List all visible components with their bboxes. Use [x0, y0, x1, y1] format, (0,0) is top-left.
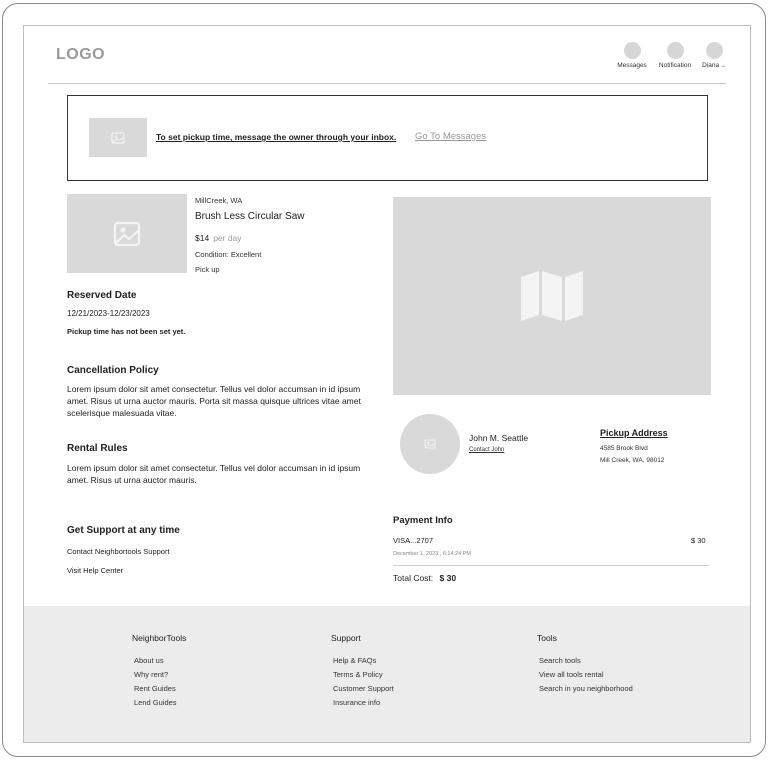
footer-heading: Support: [331, 633, 361, 643]
footer-heading: NeighborTools: [132, 633, 187, 643]
footer-link-view-all-tools[interactable]: View all tools rental: [539, 668, 633, 682]
header-divider: [48, 83, 726, 84]
payment-date: December 1, 2023 , 6:14:24 PM: [393, 551, 471, 557]
footer-heading: Tools: [537, 633, 557, 643]
image-icon: [111, 131, 125, 144]
total-cost-value: $ 30: [439, 573, 457, 583]
footer-link-why-rent[interactable]: Why rent?: [134, 668, 186, 682]
image-icon: [113, 221, 141, 246]
pickup-time-note: Pickup time has not been set yet.: [67, 327, 186, 336]
pickup-banner: To set pickup time, message the owner th…: [67, 95, 708, 181]
rental-rules-title: Rental Rules: [67, 443, 128, 454]
chevron-down-icon: ⌄: [720, 63, 726, 69]
footer-link-search-neighborhood[interactable]: Search in you neighborhood: [539, 682, 633, 696]
footer-column-support: Support Help & FAQs Terms & Policy Custo…: [331, 633, 394, 710]
footer-link-lend-guides[interactable]: Lend Guides: [134, 696, 186, 710]
tool-name: Brush Less Circular Saw: [195, 211, 305, 222]
contact-owner-link[interactable]: Contact John: [469, 447, 504, 453]
footer-link-rent-guides[interactable]: Rent Guides: [134, 682, 186, 696]
price-value: $14: [195, 233, 210, 243]
tool-condition: Condition: Excellent: [195, 250, 262, 259]
payment-card: VISA...2707: [393, 536, 434, 545]
tool-location: MillCreek, WA: [195, 196, 243, 205]
footer-column-neighbortools: NeighborTools About us Why rent? Rent Gu…: [132, 633, 186, 710]
price-unit: per day: [213, 233, 242, 243]
pickup-address-line2: Mill Creek, WA, 98012: [600, 457, 665, 464]
total-cost-label: Total Cost:: [393, 573, 434, 583]
cancellation-policy-text: Lorem ipsum dolor sit amet consectetur. …: [67, 384, 361, 418]
owner-avatar: [400, 414, 460, 474]
notification-icon: [666, 42, 684, 59]
payment-amount: $ 30: [691, 536, 706, 545]
help-center-link[interactable]: Visit Help Center: [67, 566, 123, 575]
footer-link-about[interactable]: About us: [134, 654, 186, 668]
tool-image-placeholder: [67, 194, 187, 273]
go-to-messages-link[interactable]: Go To Messages: [415, 131, 486, 142]
user-avatar-icon: [705, 42, 723, 59]
payment-info-title: Payment Info: [393, 515, 453, 526]
footer-column-tools: Tools Search tools View all tools rental…: [537, 633, 633, 696]
footer: NeighborTools About us Why rent? Rent Gu…: [24, 606, 750, 742]
total-cost: Total Cost: $ 30: [393, 573, 456, 583]
footer-link-help-faqs[interactable]: Help & FAQs: [333, 654, 394, 668]
reserved-date-title: Reserved Date: [67, 290, 137, 301]
footer-link-customer-support[interactable]: Customer Support: [333, 682, 394, 696]
support-title: Get Support at any time: [67, 525, 180, 536]
map-placeholder[interactable]: [393, 197, 711, 395]
payment-divider: [393, 565, 709, 566]
map-icon: [521, 271, 583, 321]
footer-link-terms[interactable]: Terms & Policy: [333, 668, 394, 682]
tool-price: $14 per day: [195, 233, 242, 243]
footer-link-insurance[interactable]: Insurance info: [333, 696, 394, 710]
pickup-address-title: Pickup Address: [600, 428, 668, 438]
rental-rules-text: Lorem ipsum dolor sit amet consectetur. …: [67, 463, 361, 485]
page: LOGO Messages Notification Diana ⌄ To se…: [23, 25, 751, 743]
banner-message: To set pickup time, message the owner th…: [156, 132, 397, 142]
footer-link-search-tools[interactable]: Search tools: [539, 654, 633, 668]
nav-user-wrap: Diana ⌄: [689, 62, 739, 69]
cancellation-policy-title: Cancellation Policy: [67, 365, 159, 376]
contact-support-link[interactable]: Contact Neighbortools Support: [67, 547, 170, 556]
tool-pickup-method: Pick up: [195, 265, 220, 274]
device-frame: LOGO Messages Notification Diana ⌄ To se…: [2, 3, 766, 757]
reserved-dates: 12/21/2023-12/23/2023: [67, 309, 150, 318]
messages-icon: [623, 42, 641, 59]
owner-name: John M. Seattle: [469, 433, 529, 443]
logo[interactable]: LOGO: [56, 46, 105, 64]
pickup-address-line1: 4585 Brook Blvd: [600, 445, 648, 452]
banner-image-placeholder: [89, 118, 147, 157]
nav-user-label: Diana: [702, 62, 720, 69]
image-icon: [424, 439, 436, 449]
nav-user-menu[interactable]: Diana ⌄: [689, 42, 739, 69]
